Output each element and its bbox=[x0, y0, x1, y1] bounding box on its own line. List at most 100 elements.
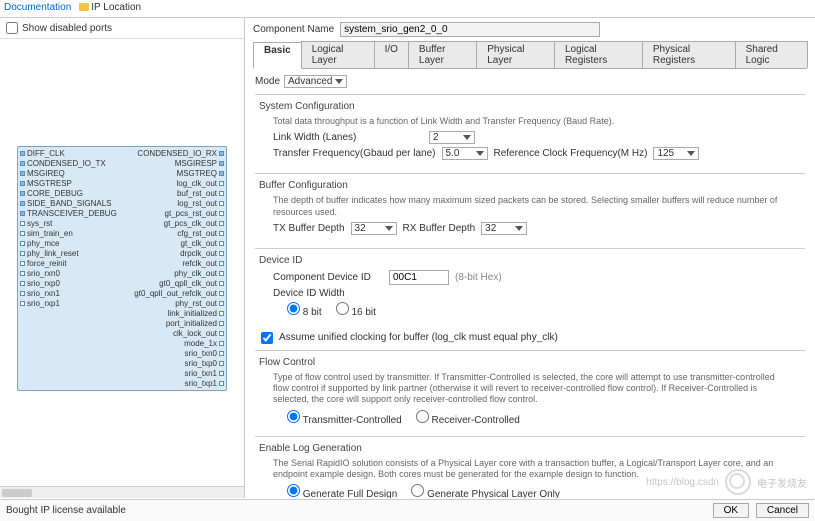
port-force_reinit[interactable]: force_reinit bbox=[20, 259, 67, 268]
component-device-id-field[interactable] bbox=[389, 270, 449, 285]
port-transceiver_debug[interactable]: TRANSCEIVER_DEBUG bbox=[20, 209, 117, 218]
port-phy_mce[interactable]: phy_mce bbox=[20, 239, 59, 248]
rx-depth-label: RX Buffer Depth bbox=[403, 223, 476, 234]
port-phy_clk_out[interactable]: phy_clk_out bbox=[174, 269, 224, 278]
footer-bar: Bought IP license available OK Cancel bbox=[0, 499, 815, 521]
port-drpclk_out[interactable]: drpclk_out bbox=[180, 249, 224, 258]
tab-logical-layer[interactable]: Logical Layer bbox=[301, 41, 375, 68]
ref-clk-select[interactable]: 125 bbox=[653, 147, 699, 160]
tab-physical-registers[interactable]: Physical Registers bbox=[642, 41, 736, 68]
port-srio_txn0[interactable]: srio_txn0 bbox=[185, 349, 224, 358]
port-msgtreq[interactable]: MSGTREQ bbox=[177, 169, 224, 178]
port-srio_txp1[interactable]: srio_txp1 bbox=[185, 379, 224, 388]
rx-depth-select[interactable]: 32 bbox=[481, 222, 527, 235]
link-width-select[interactable]: 2 bbox=[429, 131, 475, 144]
component-name-field[interactable] bbox=[340, 22, 600, 37]
tx-depth-select[interactable]: 32 bbox=[351, 222, 397, 235]
port-clk_lock_out[interactable]: clk_lock_out bbox=[173, 329, 224, 338]
ok-button[interactable]: OK bbox=[713, 503, 749, 518]
port-side_band_signals[interactable]: SIDE_BAND_SIGNALS bbox=[20, 199, 111, 208]
port-gt0_qpll_out_refclk_out[interactable]: gt0_qpll_out_refclk_out bbox=[134, 289, 224, 298]
port-srio_rxp1[interactable]: srio_rxp1 bbox=[20, 299, 60, 308]
folder-icon bbox=[79, 3, 89, 11]
chevron-down-icon bbox=[687, 151, 695, 156]
gen-phys-radio[interactable]: Generate Physical Layer Only bbox=[411, 484, 560, 498]
tx-depth-label: TX Buffer Depth bbox=[273, 223, 345, 234]
port-gt_clk_out[interactable]: gt_clk_out bbox=[181, 239, 224, 248]
port-srio_txn1[interactable]: srio_txn1 bbox=[185, 369, 224, 378]
license-status: Bought IP license available bbox=[6, 505, 126, 516]
device-id-title: Device ID bbox=[259, 255, 801, 266]
port-srio_rxn0[interactable]: srio_rxn0 bbox=[20, 269, 60, 278]
flow-control-title: Flow Control bbox=[259, 357, 801, 368]
device-width-16bit[interactable]: 16 bit bbox=[336, 302, 376, 318]
port-sys_rst[interactable]: sys_rst bbox=[20, 219, 52, 228]
flow-tx-radio[interactable]: Transmitter-Controlled bbox=[287, 410, 402, 426]
tab-shared-logic[interactable]: Shared Logic bbox=[735, 41, 808, 68]
unified-clocking-checkbox[interactable] bbox=[261, 332, 273, 344]
flow-rx-radio[interactable]: Receiver-Controlled bbox=[416, 410, 520, 426]
port-buf_rst_out[interactable]: buf_rst_out bbox=[177, 189, 224, 198]
tab-basic[interactable]: Basic bbox=[253, 42, 302, 69]
show-disabled-checkbox[interactable] bbox=[6, 22, 18, 34]
component-device-id-label: Component Device ID bbox=[273, 272, 383, 283]
block-diagram-canvas[interactable]: DIFF_CLKCONDENSED_IO_TXMSGIREQMSGTRESPCO… bbox=[0, 39, 244, 498]
buffer-config-desc: The depth of buffer indicates how many m… bbox=[273, 195, 801, 218]
port-phy_rst_out[interactable]: phy_rst_out bbox=[175, 299, 224, 308]
ip-location-link[interactable]: IP Location bbox=[79, 2, 141, 15]
port-log_clk_out[interactable]: log_clk_out bbox=[177, 179, 224, 188]
tab-logical-registers[interactable]: Logical Registers bbox=[554, 41, 643, 68]
port-mode_1x[interactable]: mode_1x bbox=[184, 339, 224, 348]
port-link_initialized[interactable]: link_initialized bbox=[168, 309, 224, 318]
ip-block: DIFF_CLKCONDENSED_IO_TXMSGIREQMSGTRESPCO… bbox=[17, 146, 227, 391]
tab-physical-layer[interactable]: Physical Layer bbox=[476, 41, 555, 68]
port-msgtresp[interactable]: MSGTRESP bbox=[20, 179, 72, 188]
system-config-desc: Total data throughput is a function of L… bbox=[273, 116, 801, 127]
port-cfg_rst_out[interactable]: cfg_rst_out bbox=[177, 229, 224, 238]
port-sim_train_en[interactable]: sim_train_en bbox=[20, 229, 73, 238]
port-srio_txp0[interactable]: srio_txp0 bbox=[185, 359, 224, 368]
port-gt0_qpll_clk_out[interactable]: gt0_qpll_clk_out bbox=[159, 279, 224, 288]
buffer-config-title: Buffer Configuration bbox=[259, 180, 801, 191]
flow-control-desc: Type of flow control used by transmitter… bbox=[273, 372, 801, 406]
chevron-down-icon bbox=[515, 226, 523, 231]
watermark-logo-icon bbox=[725, 469, 751, 495]
tab-i/o[interactable]: I/O bbox=[374, 41, 409, 68]
right-pane: Component Name BasicLogical LayerI/OBuff… bbox=[245, 18, 815, 498]
device-id-hint: (8-bit Hex) bbox=[455, 272, 502, 283]
show-disabled-label: Show disabled ports bbox=[22, 23, 112, 34]
left-scrollbar[interactable] bbox=[0, 486, 244, 498]
chevron-down-icon bbox=[335, 79, 343, 84]
port-core_debug[interactable]: CORE_DEBUG bbox=[20, 189, 83, 198]
gen-full-radio[interactable]: Generate Full Design bbox=[287, 484, 397, 498]
port-srio_rxp0[interactable]: srio_rxp0 bbox=[20, 279, 60, 288]
tab-buffer-layer[interactable]: Buffer Layer bbox=[408, 41, 477, 68]
port-msgireq[interactable]: MSGIREQ bbox=[20, 169, 65, 178]
port-srio_rxn1[interactable]: srio_rxn1 bbox=[20, 289, 60, 298]
port-msgiresp[interactable]: MSGIRESP bbox=[175, 159, 224, 168]
port-gt_pcs_rst_out[interactable]: gt_pcs_rst_out bbox=[165, 209, 224, 218]
port-diff_clk[interactable]: DIFF_CLK bbox=[20, 149, 65, 158]
port-phy_link_reset[interactable]: phy_link_reset bbox=[20, 249, 79, 258]
port-condensed_io_rx[interactable]: CONDENSED_IO_RX bbox=[137, 149, 224, 158]
transfer-freq-select[interactable]: 5.0 bbox=[442, 147, 488, 160]
port-condensed_io_tx[interactable]: CONDENSED_IO_TX bbox=[20, 159, 106, 168]
device-width-8bit[interactable]: 8 bit bbox=[287, 302, 322, 318]
mode-select[interactable]: Advanced bbox=[284, 75, 346, 88]
device-id-width-label: Device ID Width bbox=[273, 288, 345, 299]
log-gen-title: Enable Log Generation bbox=[259, 443, 801, 454]
port-gt_pcs_clk_out[interactable]: gt_pcs_clk_out bbox=[164, 219, 224, 228]
mode-label: Mode bbox=[255, 76, 280, 87]
chevron-down-icon bbox=[463, 135, 471, 140]
unified-clocking-label: Assume unified clocking for buffer (log_… bbox=[279, 332, 558, 343]
cancel-button[interactable]: Cancel bbox=[756, 503, 809, 518]
transfer-freq-label: Transfer Frequency(Gbaud per lane) bbox=[273, 148, 436, 159]
ref-clk-label: Reference Clock Frequency(M Hz) bbox=[494, 148, 648, 159]
port-log_rst_out[interactable]: log_rst_out bbox=[177, 199, 224, 208]
link-width-label: Link Width (Lanes) bbox=[273, 132, 423, 143]
system-config-title: System Configuration bbox=[259, 101, 801, 112]
documentation-link[interactable]: Documentation bbox=[4, 2, 71, 15]
port-refclk_out[interactable]: refclk_out bbox=[182, 259, 224, 268]
port-port_initialized[interactable]: port_initialized bbox=[166, 319, 224, 328]
chevron-down-icon bbox=[385, 226, 393, 231]
